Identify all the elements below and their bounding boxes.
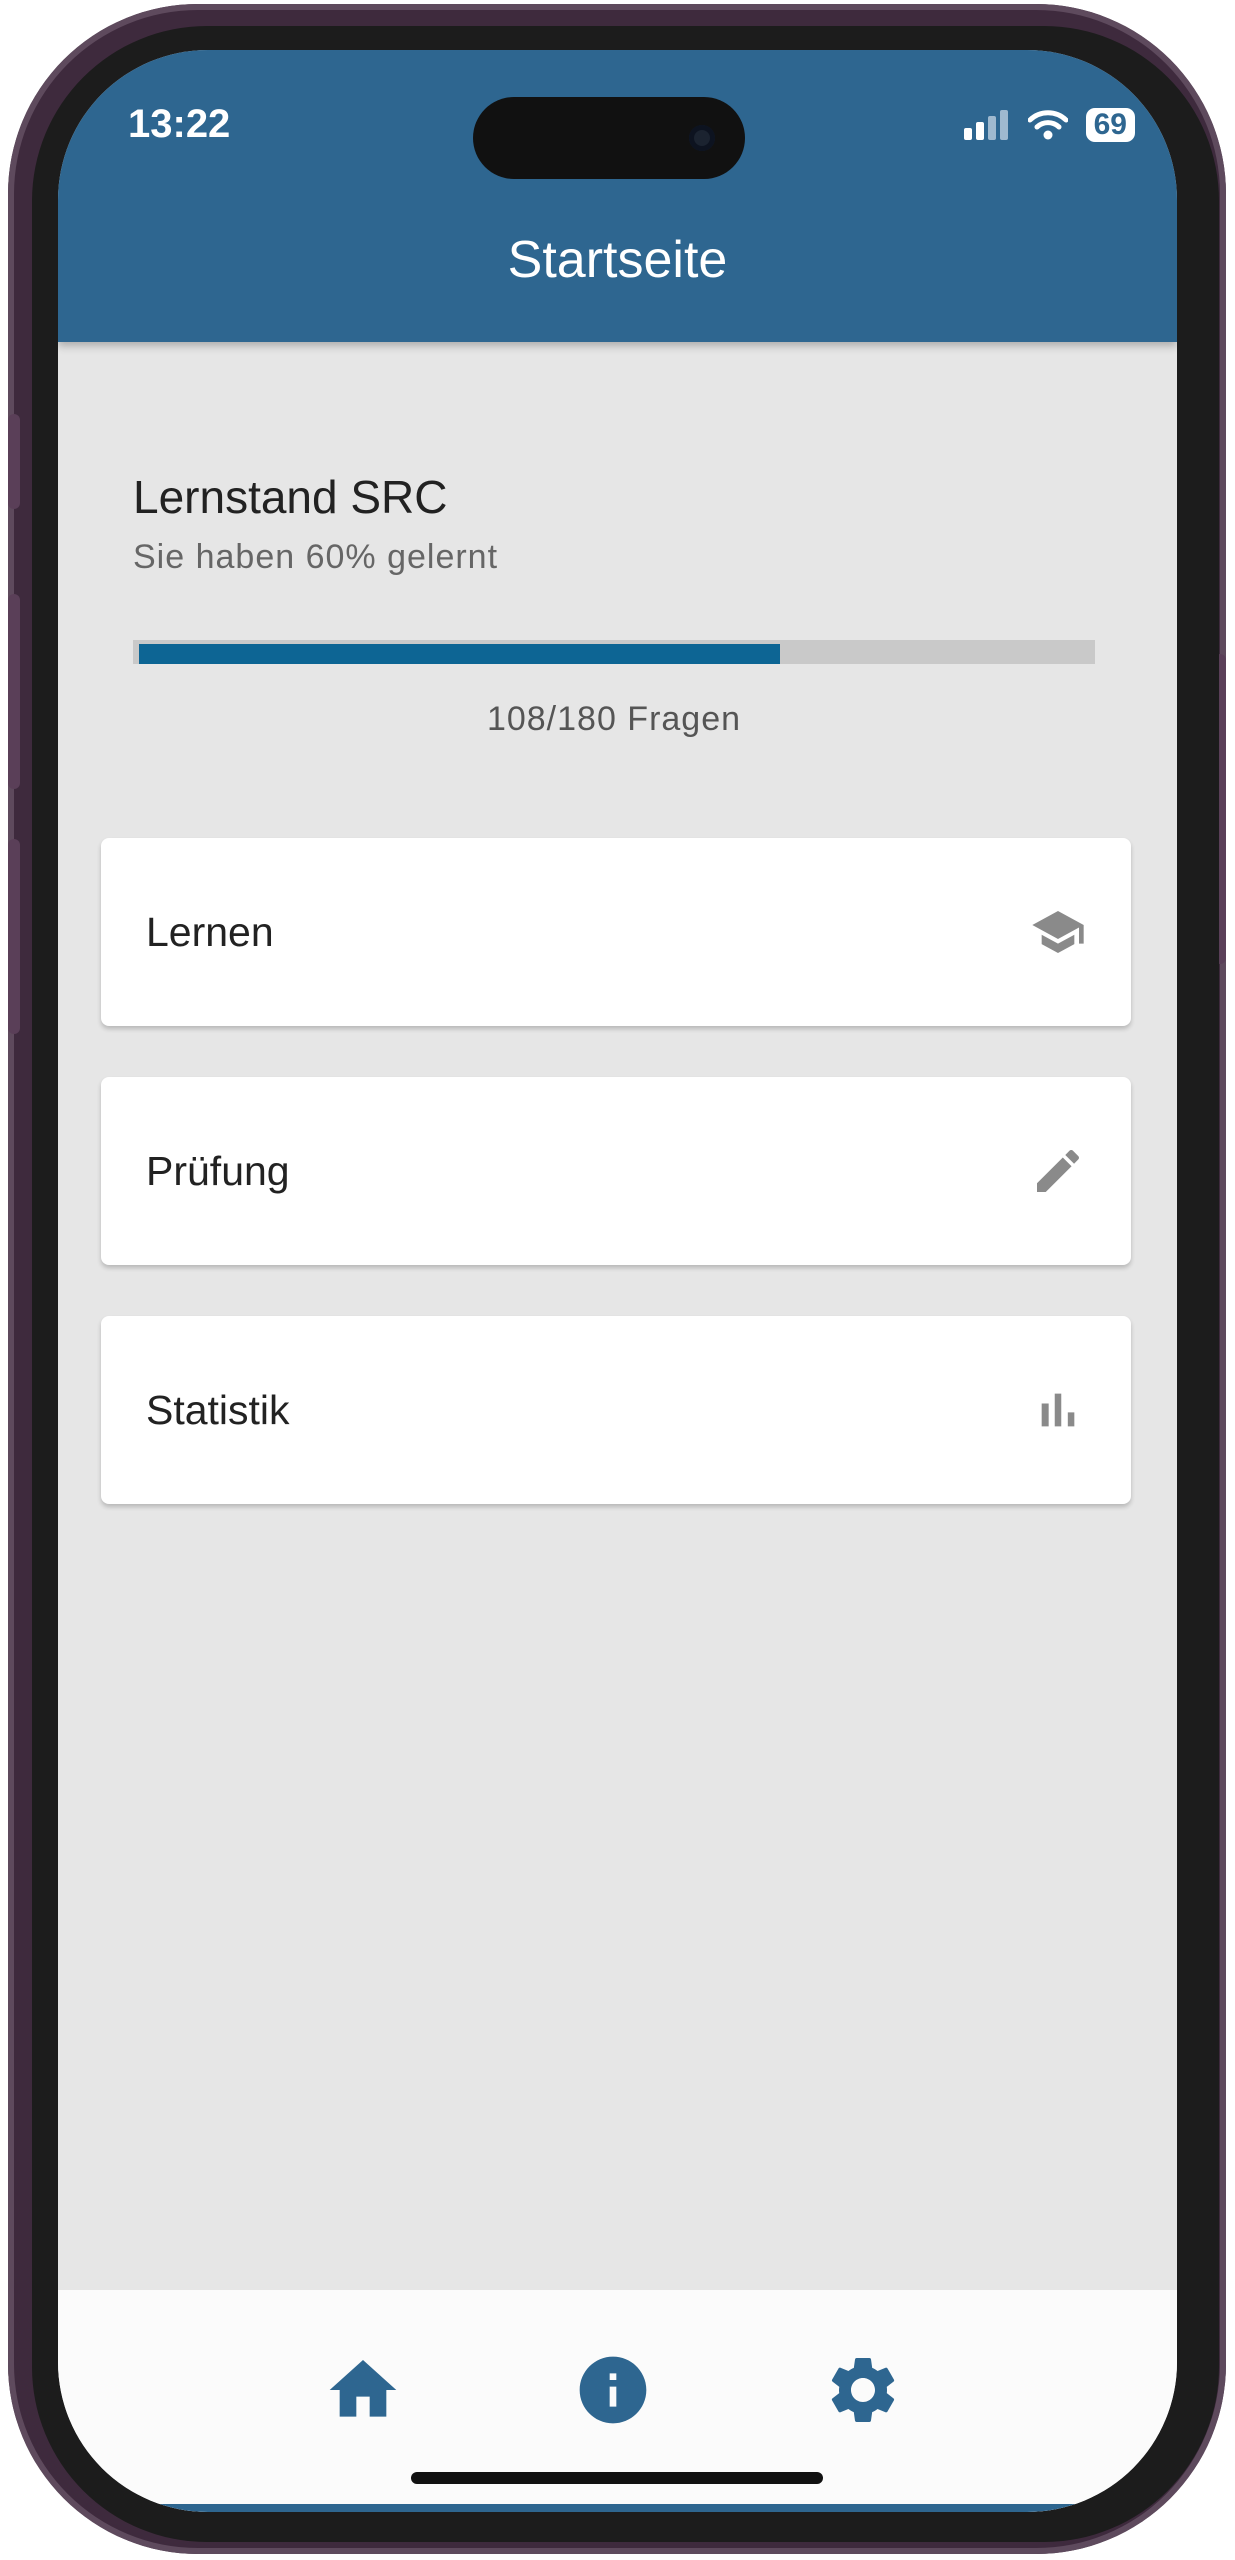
- page-title: Startseite: [507, 231, 728, 289]
- status-time: 13:22: [128, 102, 231, 146]
- screen: 13:22 69 Startseite Lernstand SRC Sie ha…: [58, 50, 1177, 2512]
- wifi-icon: [1027, 110, 1068, 140]
- menu-item-statistik[interactable]: Statistik: [101, 1316, 1131, 1504]
- progress-count: 108/180 Fragen: [486, 700, 742, 738]
- app-bar: 13:22 69 Startseite: [58, 50, 1177, 342]
- info-icon[interactable]: [573, 2350, 653, 2430]
- signal-icon: [963, 110, 1008, 140]
- home-indicator[interactable]: [411, 2472, 823, 2484]
- progress-bar: [133, 640, 1095, 664]
- progress-title: Lernstand SRC: [133, 471, 448, 523]
- graduation-cap-icon: [1032, 911, 1084, 953]
- volume-down-button: [8, 839, 20, 1034]
- menu-item-label: Lernen: [146, 908, 274, 955]
- progress-subtitle: Sie haben 60% gelernt: [133, 538, 499, 576]
- status-indicators: 69: [963, 108, 1135, 142]
- menu-item-pruefung[interactable]: Prüfung: [101, 1077, 1131, 1265]
- battery-indicator: 69: [1085, 108, 1135, 142]
- pencil-icon: [1037, 1149, 1080, 1192]
- bar-chart-icon: [1041, 1393, 1075, 1427]
- camera-icon: [689, 125, 715, 151]
- settings-gear-icon[interactable]: [823, 2350, 903, 2430]
- bottom-accent-strip: [58, 2504, 1177, 2512]
- progress-bar-fill: [139, 644, 780, 664]
- menu-item-label: Statistik: [146, 1386, 290, 1433]
- home-icon[interactable]: [323, 2350, 403, 2430]
- volume-up-button: [8, 594, 20, 789]
- menu-item-label: Prüfung: [146, 1147, 290, 1194]
- menu-item-lernen[interactable]: Lernen: [101, 838, 1131, 1026]
- dynamic-island: [473, 97, 745, 179]
- action-button: [8, 414, 20, 509]
